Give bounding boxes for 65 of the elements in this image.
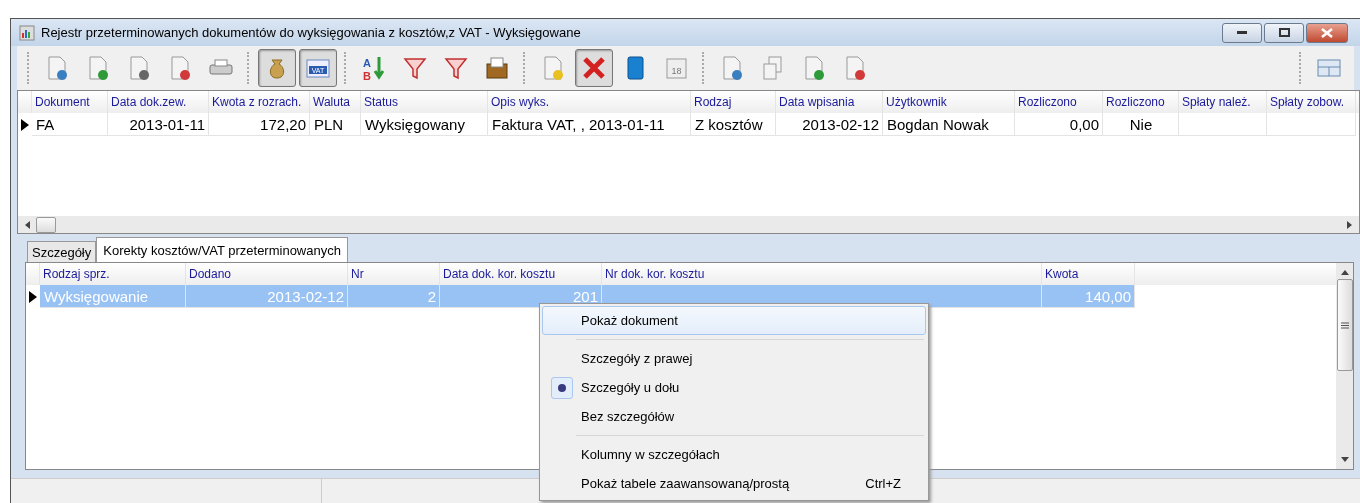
scrollbar-thumb[interactable]: [36, 216, 56, 233]
column-header[interactable]: Data dok.zew.: [108, 91, 209, 113]
toolbar-separator: [702, 52, 706, 84]
window-title: Rejestr przeterminowanych dokumentów do wyksięgowania z kosztów,z VAT - Wyksięgowane: [41, 25, 582, 40]
table-cell: Nie: [1103, 113, 1179, 136]
toolbar-grip: [27, 52, 31, 84]
table-cell: Wyksięgowany: [361, 113, 488, 136]
tab[interactable]: Szczegóły: [27, 241, 97, 262]
menu-item[interactable]: Kolumny w szczegółach: [542, 440, 926, 469]
table-cell: Z kosztów: [691, 113, 776, 136]
toolbar-grip: [1299, 52, 1303, 84]
menu-item[interactable]: Bez szczegółów: [542, 402, 926, 431]
close-button[interactable]: [1306, 22, 1348, 43]
column-header[interactable]: Waluta: [310, 91, 361, 113]
table-cell: 172,20: [209, 113, 310, 136]
maximize-button[interactable]: [1264, 22, 1304, 43]
menu-item[interactable]: Szczegóły z prawej: [542, 344, 926, 373]
horizontal-scrollbar[interactable]: [18, 216, 1359, 233]
toolbar-button[interactable]: [575, 49, 613, 87]
column-header[interactable]: Data wpisania: [776, 91, 883, 113]
table-cell: 2013-02-12: [776, 113, 883, 136]
column-header[interactable]: Użytkownik: [883, 91, 1015, 113]
table-cell: 2: [348, 285, 440, 308]
menu-item[interactable]: Pokaż dokument: [542, 306, 926, 335]
table-cell: PLN: [310, 113, 361, 136]
minimize-button[interactable]: [1222, 22, 1262, 43]
table-cell: 2013-02-12: [186, 285, 348, 308]
scrollbar-thumb[interactable]: [1336, 279, 1353, 371]
table-cell: 140,00: [1042, 285, 1135, 308]
current-row-icon: [21, 118, 29, 131]
column-header[interactable]: Status: [361, 91, 488, 113]
scroll-down-icon[interactable]: [1340, 457, 1349, 463]
column-header[interactable]: Rozliczono: [1103, 91, 1179, 113]
column-header[interactable]: Opis wyks.: [488, 91, 691, 113]
column-header[interactable]: Spłaty zobow.: [1267, 91, 1356, 113]
table-cell: Bogdan Nowak: [883, 113, 1015, 136]
toolbar-separator: [344, 52, 348, 84]
column-header[interactable]: Rodzaj: [691, 91, 776, 113]
column-header[interactable]: Rozliczono: [1015, 91, 1103, 113]
scroll-up-icon[interactable]: [1340, 269, 1349, 275]
toolbar-separator: [523, 52, 527, 84]
scroll-left-icon[interactable]: [24, 220, 32, 229]
column-header[interactable]: Spłaty należ.: [1179, 91, 1267, 113]
chart-icon: [19, 24, 35, 41]
menu-item[interactable]: Szczegóły u dołu: [542, 373, 926, 402]
shortcut-label: Ctrl+Z: [865, 476, 902, 491]
table-cell: Wyksięgowanie: [40, 285, 186, 308]
table-cell: FA: [32, 113, 108, 136]
table-cell: 0,00: [1015, 113, 1103, 136]
current-row-icon: [29, 290, 37, 303]
column-header[interactable]: Dokument: [32, 91, 108, 113]
tab[interactable]: Korekty kosztów/VAT przeterminowanych: [96, 237, 348, 262]
menu-item[interactable]: Pokaż tabele zaawansowaną/prostą Ctrl+Z: [542, 469, 926, 498]
scroll-right-icon[interactable]: [1345, 220, 1353, 229]
table-cell: Faktura VAT, , 2013-01-11: [488, 113, 691, 136]
minimize-icon: [1237, 30, 1247, 35]
box-icon: [483, 54, 511, 82]
table-cell: 201: [440, 285, 602, 308]
column-header[interactable]: Kwota z rozrach.: [209, 91, 310, 113]
maximize-icon: [1278, 28, 1290, 37]
toolbar-button[interactable]: [258, 49, 296, 87]
table-cell: 2013-01-11: [108, 113, 209, 136]
vertical-scrollbar[interactable]: [1336, 263, 1353, 469]
toolbar-separator: [247, 52, 251, 84]
close-icon: [1321, 27, 1333, 38]
